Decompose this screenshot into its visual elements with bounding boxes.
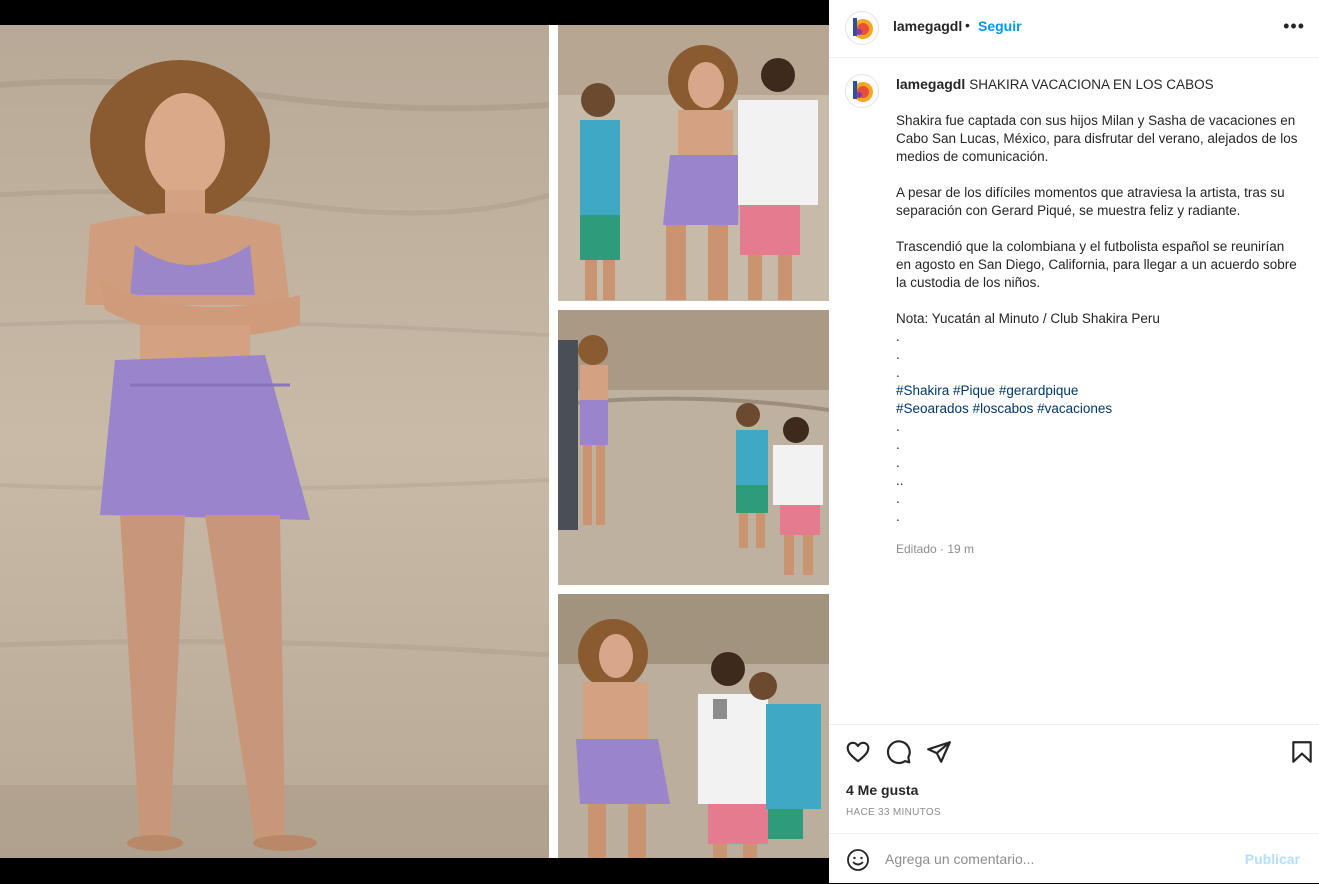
avatar[interactable] [845, 74, 879, 108]
photo-collage [0, 25, 829, 858]
post-actions: 4 Me gusta HACE 33 MINUTOS [829, 724, 1319, 833]
caption-paragraph: Shakira fue captada con sus hijos Milan … [896, 113, 1298, 164]
caption-dot: . [896, 365, 900, 380]
photo-family-with-phone [558, 594, 829, 858]
caption-dot: . [896, 329, 900, 344]
caption-paragraph: Trascendió que la colombiana y el futbol… [896, 239, 1297, 290]
post-caption: lamegagdl SHAKIRA VACACIONA EN LOS CABOS … [896, 75, 1301, 558]
follow-button[interactable]: Seguir [978, 18, 1022, 34]
more-horizontal-icon[interactable]: ••• [1283, 16, 1305, 37]
post-details-panel: lamegagdl • Seguir ••• lamegagdl SHAKIRA … [829, 0, 1319, 883]
post-header: lamegagdl • Seguir ••• [829, 0, 1319, 58]
hashtags-line[interactable]: #Seoarados #loscabos #vacaciones [896, 400, 1301, 418]
photo-kids-playing [558, 310, 829, 585]
publish-button[interactable]: Publicar [1245, 851, 1300, 867]
post-timestamp[interactable]: HACE 33 MINUTOS [846, 807, 941, 818]
caption-dot: . [896, 509, 900, 524]
brand-logo-icon [847, 13, 877, 43]
caption-username[interactable]: lamegagdl [896, 76, 965, 92]
like-count[interactable]: 4 Me gusta [846, 782, 918, 798]
share-icon[interactable] [926, 739, 952, 765]
caption-dot: .. [896, 473, 904, 488]
post-media [0, 0, 829, 883]
caption-dot: . [896, 491, 900, 506]
separator-dot: • [965, 17, 970, 33]
emoji-icon[interactable] [846, 848, 870, 872]
caption-area: lamegagdl SHAKIRA VACACIONA EN LOS CABOS … [829, 57, 1319, 724]
caption-paragraph: A pesar de los difíciles momentos que at… [896, 185, 1285, 218]
brand-logo-icon [847, 76, 877, 106]
caption-dot: . [896, 347, 900, 362]
comment-input[interactable] [885, 848, 1215, 870]
caption-dot: . [896, 455, 900, 470]
caption-title: SHAKIRA VACACIONA EN LOS CABOS [969, 77, 1214, 92]
heart-icon[interactable] [845, 739, 871, 765]
post-author-username[interactable]: lamegagdl [893, 18, 962, 34]
bookmark-icon[interactable] [1289, 739, 1315, 765]
caption-dot: . [896, 437, 900, 452]
avatar[interactable] [845, 11, 879, 45]
photo-family-walking [558, 25, 829, 301]
hashtags-line[interactable]: #Shakira #Pique #gerardpique [896, 382, 1301, 400]
caption-dot: . [896, 419, 900, 434]
comment-icon[interactable] [886, 739, 912, 765]
caption-source-note: Nota: Yucatán al Minuto / Club Shakira P… [896, 311, 1160, 326]
comment-composer: Publicar [829, 833, 1319, 884]
edited-timestamp: Editado · 19 m [896, 542, 975, 556]
main-photo-woman-on-beach [0, 25, 549, 858]
